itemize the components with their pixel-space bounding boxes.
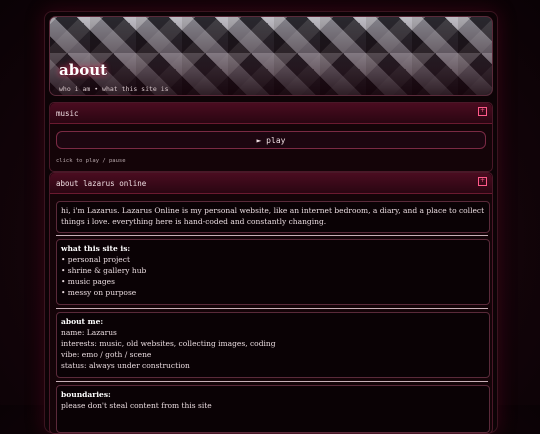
about-panel-title: about lazarus online bbox=[56, 179, 147, 188]
divider bbox=[56, 308, 488, 309]
page-container: about who i am • what this site is music… bbox=[44, 11, 498, 434]
music-panel-title: music bbox=[56, 109, 79, 118]
boundaries-line: please don't steal content from this sit… bbox=[61, 401, 212, 410]
divider bbox=[56, 235, 488, 236]
list-item: • music pages bbox=[61, 277, 115, 286]
what-title: what this site is: bbox=[61, 244, 131, 253]
header-banner: about who i am • what this site is bbox=[49, 16, 493, 96]
about-me-line: vibe: emo / goth / scene bbox=[61, 350, 152, 359]
music-panel: music + ► play click to play / pause bbox=[49, 102, 493, 172]
plus-box-icon[interactable]: + bbox=[478, 177, 487, 186]
boundaries-title: boundaries: bbox=[61, 390, 111, 399]
list-item: • messy on purpose bbox=[61, 288, 137, 297]
page-title: about bbox=[59, 61, 108, 79]
plus-box-icon[interactable]: + bbox=[478, 107, 487, 116]
intro-text: hi, i'm Lazarus. Lazarus Online is my pe… bbox=[61, 206, 485, 226]
about-me-line: name: Lazarus bbox=[61, 328, 117, 337]
play-button[interactable]: ► play bbox=[56, 131, 486, 149]
about-me-line: status: always under construction bbox=[61, 361, 190, 370]
boundaries-box: boundaries: please don't steal content f… bbox=[56, 385, 490, 433]
music-panel-header: music + bbox=[50, 103, 492, 124]
list-item: • shrine & gallery hub bbox=[61, 266, 147, 275]
play-hint: click to play / pause bbox=[56, 158, 126, 164]
about-me-line: interests: music, old websites, collecti… bbox=[61, 339, 276, 348]
what-box: what this site is: • personal project • … bbox=[56, 239, 490, 305]
list-item: • personal project bbox=[61, 255, 130, 264]
page-subtitle: who i am • what this site is bbox=[59, 85, 169, 93]
about-me-box: about me: name: Lazarus interests: music… bbox=[56, 312, 490, 378]
about-me-title: about me: bbox=[61, 317, 104, 326]
divider bbox=[56, 381, 488, 382]
about-panel: about lazarus online + hi, i'm Lazarus. … bbox=[49, 172, 493, 434]
about-panel-header: about lazarus online + bbox=[50, 173, 492, 194]
intro-box: hi, i'm Lazarus. Lazarus Online is my pe… bbox=[56, 201, 490, 233]
